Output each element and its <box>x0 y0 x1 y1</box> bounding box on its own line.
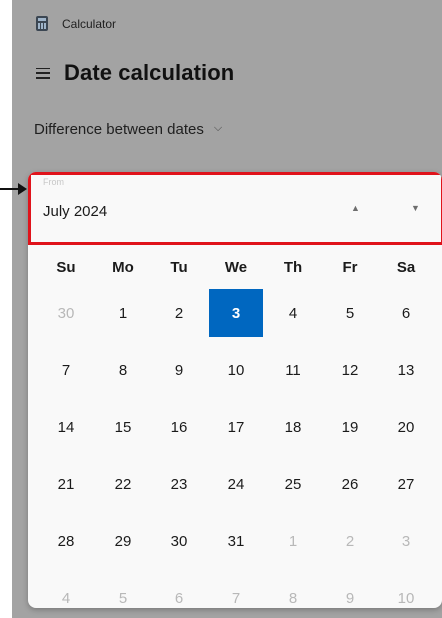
mode-dropdown-label: Difference between dates <box>34 121 204 138</box>
calendar-day[interactable]: 25 <box>266 460 320 508</box>
page-header: Date calculation <box>36 60 234 86</box>
calendar-day[interactable]: 20 <box>379 403 433 451</box>
calendar-popup: From July 2024 ▲ ▼ Su Mo Tu We Th Fr Sa 30 1 2 3 4… <box>28 172 442 608</box>
calendar-day[interactable]: 2 <box>152 289 206 337</box>
calendar-day[interactable]: 8 <box>96 346 150 394</box>
calendar-day[interactable]: 9 <box>152 346 206 394</box>
month-year-button[interactable]: July 2024 <box>43 203 107 220</box>
calendar-day[interactable]: 12 <box>323 346 377 394</box>
next-month-icon[interactable]: ▼ <box>411 203 420 213</box>
calendar-day[interactable]: 17 <box>209 403 263 451</box>
calendar-day[interactable]: 7 <box>39 346 93 394</box>
annotation-arrow-head <box>18 183 27 195</box>
weekday-label: Su <box>56 258 76 276</box>
calendar-day[interactable]: 2 <box>323 517 377 565</box>
calendar-header-hint: From <box>43 177 64 187</box>
weekday-label: Tu <box>170 258 188 276</box>
calendar-day[interactable]: 31 <box>209 517 263 565</box>
calendar-day[interactable]: 3 <box>379 517 433 565</box>
calendar-day[interactable]: 6 <box>379 289 433 337</box>
calendar-day[interactable]: 30 <box>39 289 93 337</box>
calendar-day[interactable]: 13 <box>379 346 433 394</box>
calendar-day[interactable]: 14 <box>39 403 93 451</box>
calendar-day[interactable]: 4 <box>266 289 320 337</box>
calendar-day[interactable]: 18 <box>266 403 320 451</box>
weekday-label: We <box>224 258 248 276</box>
calendar-day-selected[interactable]: 3 <box>209 289 263 337</box>
calendar-day[interactable]: 28 <box>39 517 93 565</box>
calendar-day[interactable]: 16 <box>152 403 206 451</box>
weekday-header-row: Su Mo Tu We Th Fr Sa <box>28 245 442 289</box>
calendar-day[interactable]: 29 <box>96 517 150 565</box>
chevron-down-icon: ⌵ <box>213 122 223 134</box>
mode-dropdown[interactable]: Difference between dates ⌵ <box>34 121 222 138</box>
weekday-label: Fr <box>342 258 358 276</box>
calendar-day[interactable]: 6 <box>152 574 206 608</box>
calendar-day[interactable]: 7 <box>209 574 263 608</box>
calendar-day[interactable]: 10 <box>379 574 433 608</box>
page-title: Date calculation <box>64 60 235 85</box>
weekday-label: Mo <box>112 258 134 276</box>
calendar-day[interactable]: 15 <box>96 403 150 451</box>
app-title: Calculator <box>62 16 117 31</box>
calendar-day[interactable]: 30 <box>152 517 206 565</box>
calendar-day[interactable]: 23 <box>152 460 206 508</box>
annotation-arrow-line <box>0 188 20 190</box>
calendar-day[interactable]: 1 <box>266 517 320 565</box>
calendar-day[interactable]: 21 <box>39 460 93 508</box>
calendar-day[interactable]: 24 <box>209 460 263 508</box>
calendar-day[interactable]: 22 <box>96 460 150 508</box>
calendar-day[interactable]: 26 <box>323 460 377 508</box>
calendar-header-highlight: From July 2024 ▲ ▼ <box>28 172 442 245</box>
calendar-day[interactable]: 5 <box>96 574 150 608</box>
calendar-day[interactable]: 8 <box>266 574 320 608</box>
calendar-day[interactable]: 27 <box>379 460 433 508</box>
calendar-day[interactable]: 10 <box>209 346 263 394</box>
calendar-day[interactable]: 11 <box>266 346 320 394</box>
calendar-day[interactable]: 9 <box>323 574 377 608</box>
calendar-day[interactable]: 4 <box>39 574 93 608</box>
calendar-day[interactable]: 1 <box>96 289 150 337</box>
calculator-icon <box>36 16 48 31</box>
title-bar: Calculator <box>36 16 116 31</box>
weekday-label: Sa <box>396 258 416 276</box>
calendar-day[interactable]: 19 <box>323 403 377 451</box>
calendar-day[interactable]: 5 <box>323 289 377 337</box>
previous-month-icon[interactable]: ▲ <box>351 203 360 213</box>
weekday-label: Th <box>283 258 303 276</box>
hamburger-menu-icon[interactable] <box>36 67 50 79</box>
